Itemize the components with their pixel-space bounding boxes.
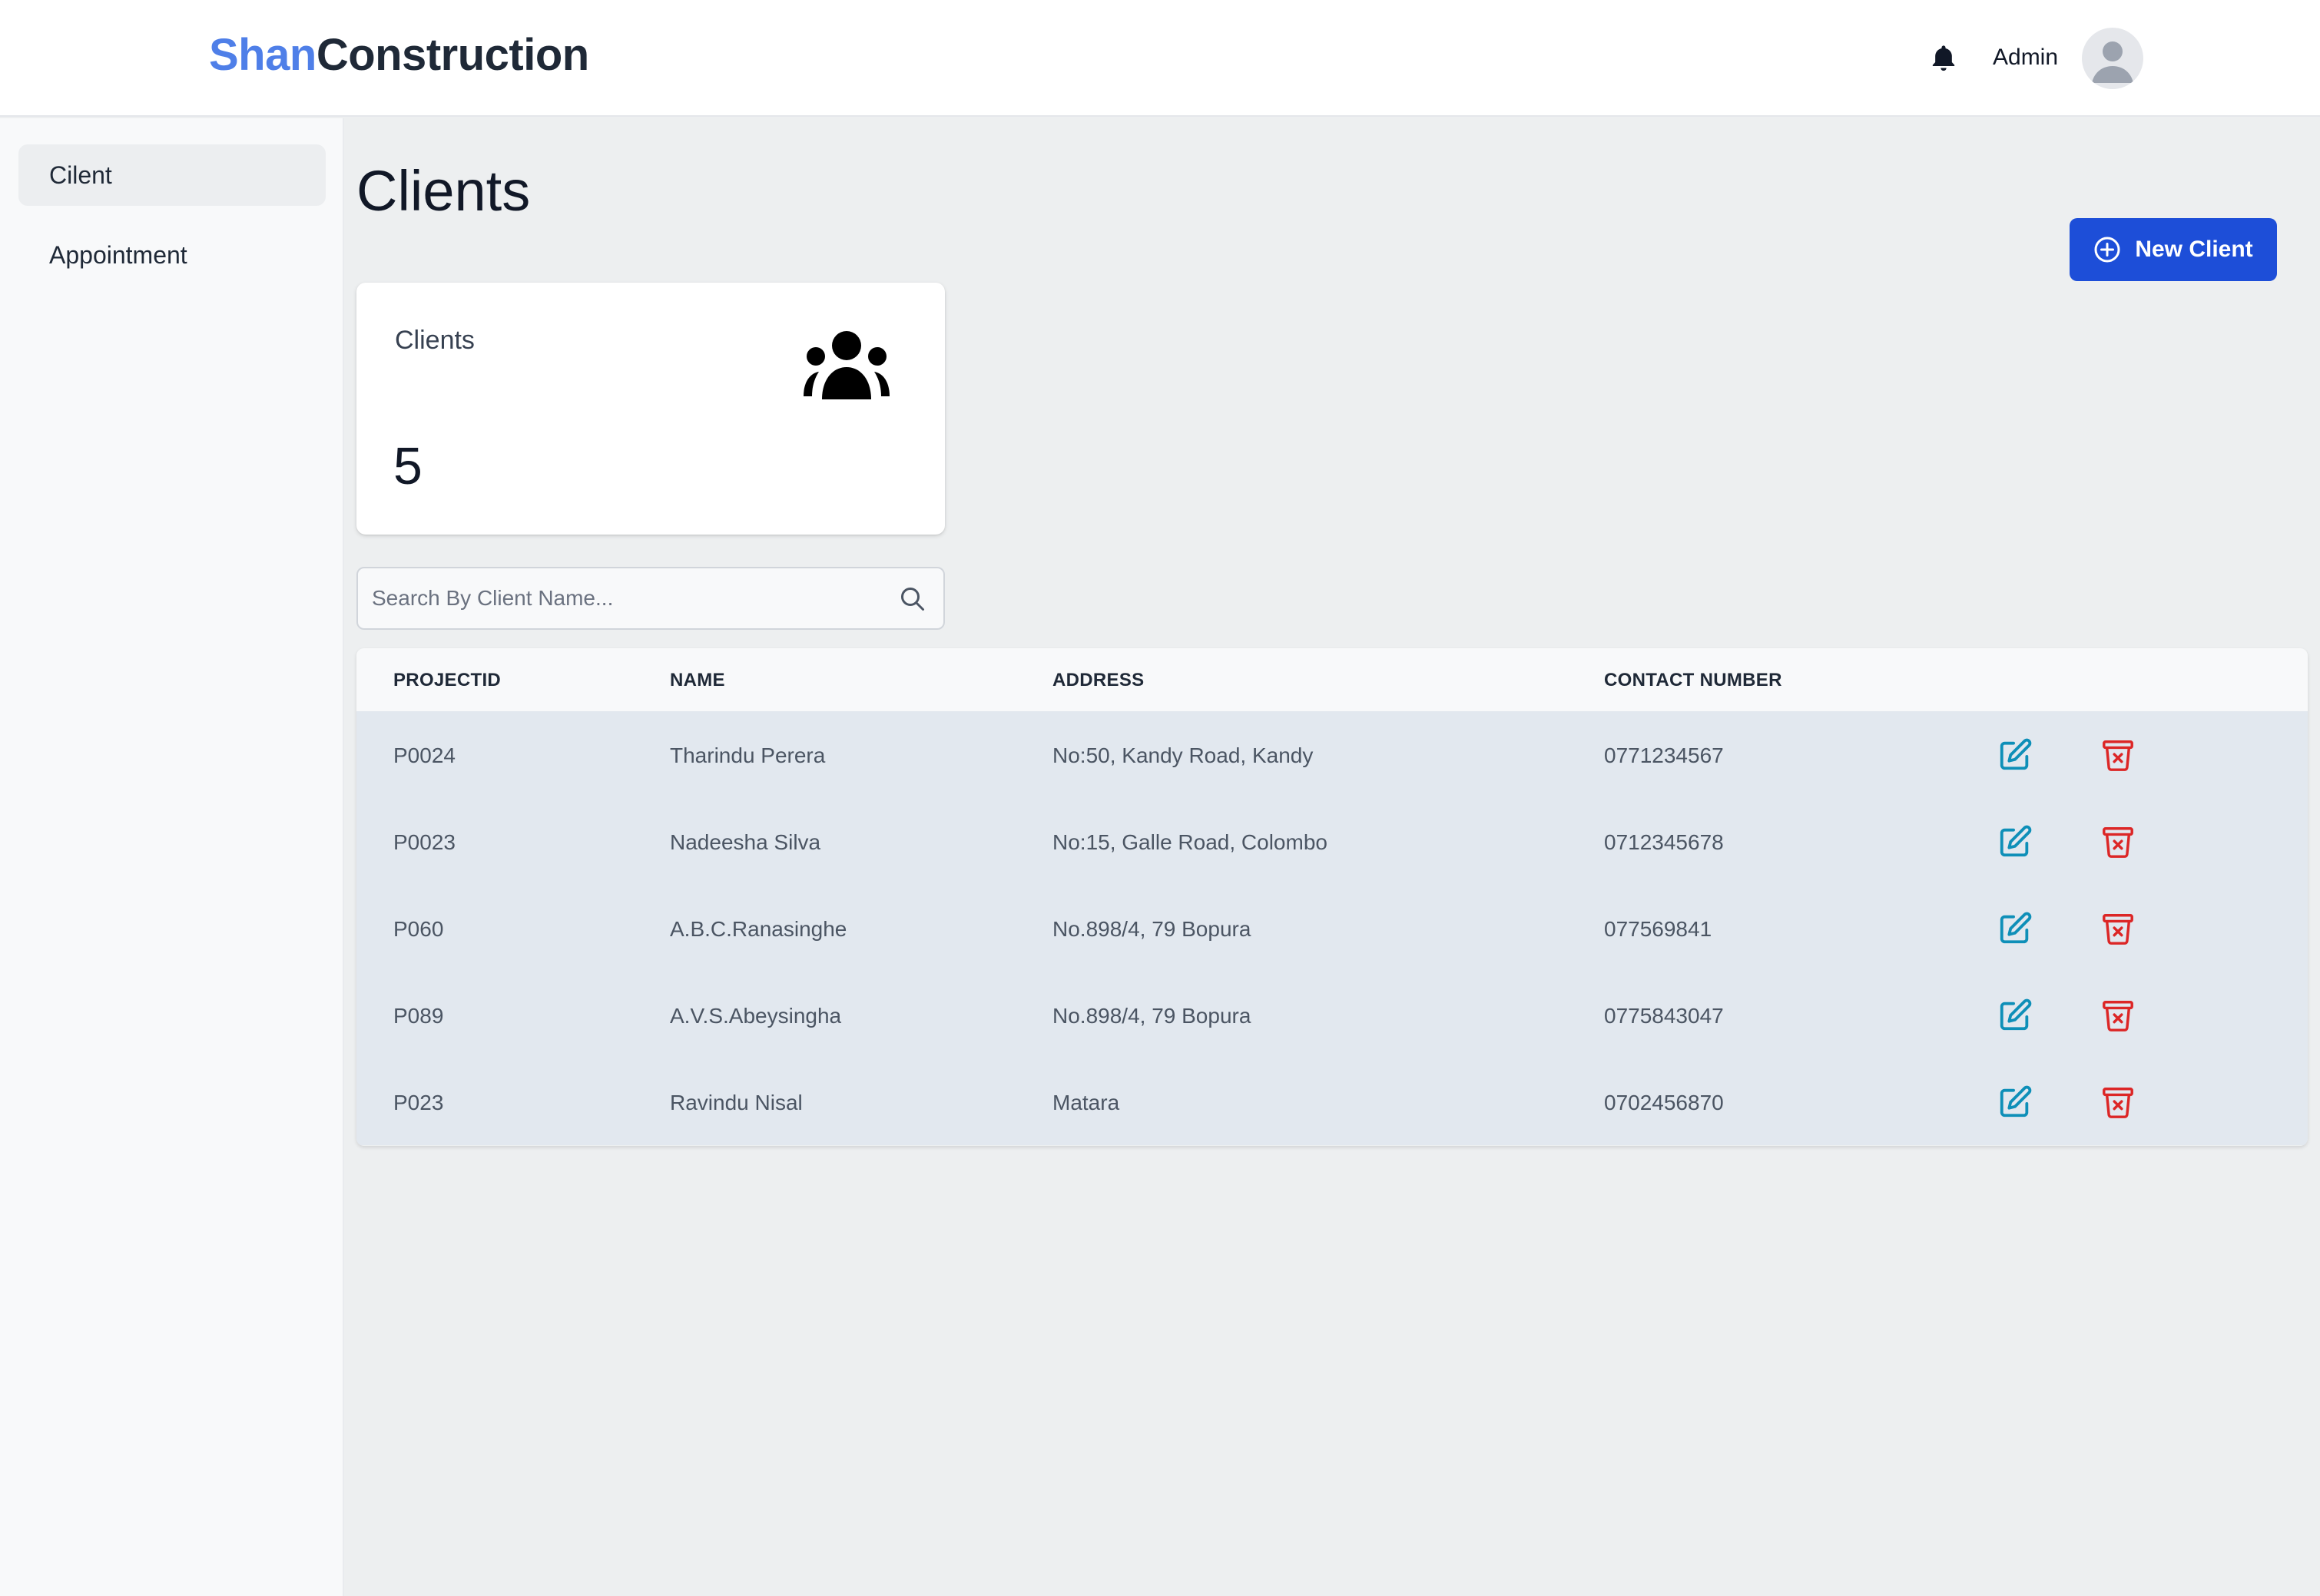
stat-card-value: 5 — [393, 437, 423, 495]
new-client-button[interactable]: New Client — [2070, 218, 2277, 281]
cell-name: Tharindu Perera — [670, 743, 826, 767]
new-client-label: New Client — [2135, 237, 2253, 262]
table-row: P0023 Nadeesha Silva No:15, Galle Road, … — [356, 798, 2308, 885]
column-header-address: ADDRESS — [1052, 670, 1145, 690]
edit-icon[interactable] — [1997, 824, 2033, 859]
sidebar: Cilent Appointment — [0, 118, 344, 1596]
cell-address: No.898/4, 79 Bopura — [1052, 917, 1251, 941]
edit-icon[interactable] — [1997, 911, 2033, 946]
cell-address: No:15, Galle Road, Colombo — [1052, 830, 1327, 854]
cell-contact: 0702456870 — [1604, 1091, 1724, 1114]
search-icon[interactable] — [899, 585, 926, 613]
brand-logo[interactable]: ShanConstruction — [209, 29, 589, 81]
brand-name-part2: Construction — [316, 30, 589, 80]
edit-icon[interactable] — [1997, 1084, 2033, 1120]
trash-icon[interactable] — [2100, 1084, 2136, 1120]
cell-contact: 0712345678 — [1604, 830, 1724, 854]
cell-project-id: P089 — [393, 1004, 444, 1028]
search-box — [356, 567, 945, 630]
top-header: ShanConstruction Admin — [0, 0, 2320, 117]
table-row: P023 Ravindu Nisal Matara 0702456870 — [356, 1058, 2308, 1145]
column-header-projectid: PROJECTID — [393, 670, 502, 690]
brand-name-part1: Shan — [209, 30, 317, 80]
clients-stat-card: Clients 5 — [356, 283, 945, 535]
table-row: P089 A.V.S.Abeysingha No.898/4, 79 Bopur… — [356, 972, 2308, 1058]
cell-name: A.B.C.Ranasinghe — [670, 917, 847, 941]
stat-card-label: Clients — [395, 326, 475, 355]
user-name-label[interactable]: Admin — [1993, 45, 2058, 71]
trash-icon[interactable] — [2100, 737, 2136, 773]
bell-icon[interactable] — [1928, 43, 1959, 74]
clients-table: PROJECTID NAME ADDRESS CONTACT NUMBER P0… — [356, 648, 2308, 1146]
cell-address: Matara — [1052, 1091, 1120, 1114]
cell-contact: 0775843047 — [1604, 1004, 1724, 1028]
trash-icon[interactable] — [2100, 824, 2136, 859]
cell-name: Nadeesha Silva — [670, 830, 821, 854]
table-row: P060 A.B.C.Ranasinghe No.898/4, 79 Bopur… — [356, 885, 2308, 972]
cell-address: No:50, Kandy Road, Kandy — [1052, 743, 1314, 767]
column-header-contact: CONTACT NUMBER — [1604, 670, 1782, 690]
search-input[interactable] — [372, 568, 863, 628]
edit-icon[interactable] — [1997, 998, 2033, 1033]
cell-project-id: P023 — [393, 1091, 444, 1114]
plus-circle-icon — [2094, 237, 2120, 263]
column-header-name: NAME — [670, 670, 725, 690]
table-row: P0024 Tharindu Perera No:50, Kandy Road,… — [356, 711, 2308, 798]
cell-project-id: P0023 — [393, 830, 456, 854]
user-avatar-icon[interactable] — [2082, 28, 2143, 89]
page-title: Clients — [356, 159, 531, 223]
cell-contact: 077569841 — [1604, 917, 1712, 941]
cell-name: A.V.S.Abeysingha — [670, 1004, 842, 1028]
cell-project-id: P0024 — [393, 743, 456, 767]
cell-address: No.898/4, 79 Bopura — [1052, 1004, 1251, 1028]
table-header: PROJECTID NAME ADDRESS CONTACT NUMBER — [356, 648, 2308, 711]
trash-icon[interactable] — [2100, 998, 2136, 1033]
edit-icon[interactable] — [1997, 737, 2033, 773]
trash-icon[interactable] — [2100, 911, 2136, 946]
sidebar-item-client[interactable]: Cilent — [18, 144, 326, 206]
cell-name: Ravindu Nisal — [670, 1091, 803, 1114]
cell-project-id: P060 — [393, 917, 444, 941]
sidebar-item-appointment[interactable]: Appointment — [18, 224, 326, 286]
cell-contact: 0771234567 — [1604, 743, 1724, 767]
users-group-icon — [804, 331, 890, 399]
